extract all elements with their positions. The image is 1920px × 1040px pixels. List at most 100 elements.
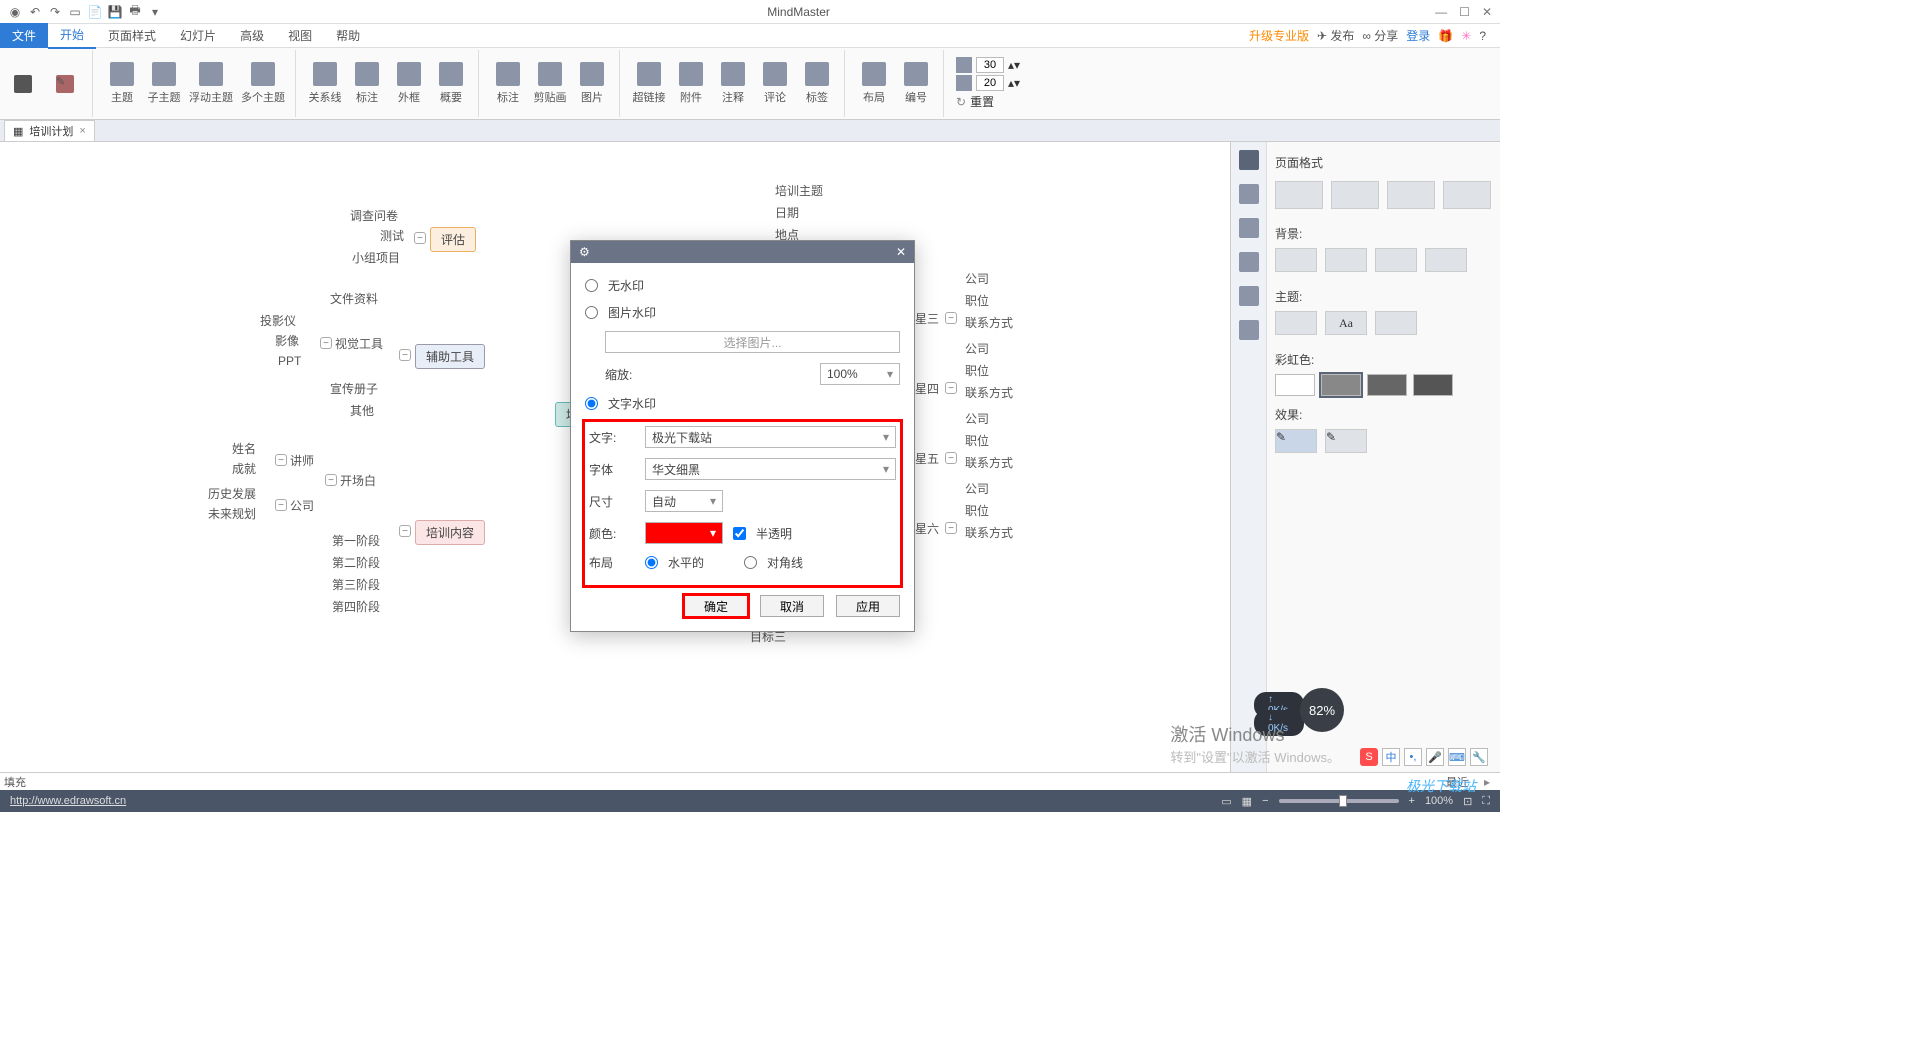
qat-redo-icon[interactable]: ↷	[48, 5, 62, 19]
node-open-c1[interactable]: 公司	[290, 497, 314, 514]
boundary-button[interactable]: 外框	[392, 62, 426, 105]
node-week-3[interactable]: 星六	[915, 520, 939, 537]
radio-text-watermark[interactable]	[585, 397, 598, 410]
maximize-button[interactable]: ☐	[1459, 5, 1470, 19]
comment-button[interactable]: 评论	[758, 62, 792, 105]
node-open-c0[interactable]: 讲师	[290, 452, 314, 469]
node-eval-c1[interactable]: 测试	[380, 227, 404, 244]
node-eval-c0[interactable]: 调查问卷	[350, 207, 398, 224]
summary-button[interactable]: 概要	[434, 62, 468, 105]
status-icon-1[interactable]: ▭	[1221, 795, 1231, 808]
node-content[interactable]: 培训内容	[415, 520, 485, 545]
radio-horizontal[interactable]	[645, 556, 658, 569]
format-painter-button[interactable]: ✎	[48, 75, 82, 93]
node-aux-c0[interactable]: 文件资料	[330, 290, 378, 307]
node-aux[interactable]: 辅助工具	[415, 344, 485, 369]
toggle-week-0[interactable]: −	[945, 312, 957, 324]
node-w1-c2[interactable]: 联系方式	[965, 384, 1013, 401]
zoom-out[interactable]: −	[1262, 795, 1268, 807]
gift-icon[interactable]: 🎁	[1438, 29, 1453, 43]
toggle-content[interactable]: −	[399, 525, 411, 537]
cancel-button[interactable]: 取消	[760, 595, 824, 617]
document-tab[interactable]: ▦ 培训计划 ×	[4, 120, 95, 141]
swirl-icon[interactable]: ✳	[1461, 29, 1471, 43]
translucent-checkbox[interactable]	[733, 527, 746, 540]
node-lect-c1[interactable]: 成就	[232, 460, 256, 477]
width-stepper[interactable]: ▴▾	[1008, 58, 1020, 72]
qat-save-icon[interactable]: 💾	[108, 5, 122, 19]
node-vis-c1[interactable]: PPT	[278, 354, 301, 368]
node-w3-c0[interactable]: 公司	[965, 480, 989, 497]
toggle-eval[interactable]: −	[414, 232, 426, 244]
node-w2-c2[interactable]: 联系方式	[965, 454, 1013, 471]
ime-zh-icon[interactable]: 中	[1382, 748, 1400, 766]
node-open[interactable]: 开场白	[340, 472, 376, 489]
qat-new-icon[interactable]: ▭	[68, 5, 82, 19]
size-select[interactable]: 自动▾	[645, 490, 723, 512]
qat-globe-icon[interactable]: ◉	[8, 5, 22, 19]
menu-tab-slides[interactable]: 幻灯片	[168, 23, 228, 48]
multiple-topics-button[interactable]: 多个主题	[241, 62, 285, 105]
node-comp-c0[interactable]: 历史发展	[208, 485, 256, 502]
qat-undo-icon[interactable]: ↶	[28, 5, 42, 19]
node-top-1[interactable]: 日期	[775, 204, 799, 221]
rainbow-1[interactable]	[1275, 374, 1315, 396]
toggle-aux-vis[interactable]: −	[320, 337, 332, 349]
menu-tab-start[interactable]: 开始	[48, 22, 96, 49]
palette-more[interactable]: ▸	[1478, 775, 1496, 789]
minimize-button[interactable]: —	[1435, 5, 1447, 19]
menu-tab-help[interactable]: 帮助	[324, 23, 372, 48]
theme-preset-3[interactable]	[1375, 311, 1417, 335]
menu-tab-pagestyle[interactable]: 页面样式	[96, 23, 168, 48]
node-phase-3[interactable]: 第四阶段	[332, 598, 380, 615]
radio-diagonal[interactable]	[744, 556, 757, 569]
rainbow-2[interactable]	[1321, 374, 1361, 396]
layout-preset-2[interactable]	[1331, 181, 1379, 209]
qat-export-icon[interactable]: ▾	[148, 5, 162, 19]
layout-preset-1[interactable]	[1275, 181, 1323, 209]
node-phase-2[interactable]: 第三阶段	[332, 576, 380, 593]
width-input[interactable]	[976, 57, 1004, 73]
node-w1-c1[interactable]: 职位	[965, 362, 989, 379]
node-week-2[interactable]: 星五	[915, 450, 939, 467]
hyperlink-button[interactable]: 超链接	[632, 62, 666, 105]
tool-phone-icon[interactable]	[1239, 320, 1259, 340]
mark-button[interactable]: 标注	[491, 62, 525, 105]
bg-preset-3[interactable]	[1375, 248, 1417, 272]
apply-button[interactable]: 应用	[836, 595, 900, 617]
tag-button[interactable]: 标签	[800, 62, 834, 105]
node-aux-m0[interactable]: 宣传册子	[330, 380, 378, 397]
ime-s-icon[interactable]: S	[1360, 748, 1378, 766]
height-input[interactable]	[976, 75, 1004, 91]
ime-punct-icon[interactable]: •,	[1404, 748, 1422, 766]
attachment-button[interactable]: 附件	[674, 62, 708, 105]
ime-tool-icon[interactable]: 🔧	[1470, 748, 1488, 766]
zoom-slider[interactable]	[1279, 799, 1399, 803]
tool-star-icon[interactable]	[1239, 252, 1259, 272]
image-button[interactable]: 图片	[575, 62, 609, 105]
node-w0-c2[interactable]: 联系方式	[965, 314, 1013, 331]
color-select[interactable]: ▾	[645, 522, 723, 544]
ime-keyboard-icon[interactable]: ⌨	[1448, 748, 1466, 766]
toggle-week-1[interactable]: −	[945, 382, 957, 394]
node-aux-m1[interactable]: 其他	[350, 402, 374, 419]
node-lect-c0[interactable]: 姓名	[232, 440, 256, 457]
node-week-0[interactable]: 星三	[915, 310, 939, 327]
status-url[interactable]: http://www.edrawsoft.cn	[10, 795, 126, 807]
share-link[interactable]: ∞ 分享	[1362, 27, 1398, 44]
node-w0-c0[interactable]: 公司	[965, 270, 989, 287]
height-stepper[interactable]: ▴▾	[1008, 76, 1020, 90]
node-w3-c2[interactable]: 联系方式	[965, 524, 1013, 541]
node-comp-c1[interactable]: 未来规划	[208, 505, 256, 522]
node-top-0[interactable]: 培训主题	[775, 182, 823, 199]
ok-button[interactable]: 确定	[684, 595, 748, 617]
status-icon-2[interactable]: ▦	[1242, 795, 1252, 808]
toggle-week-3[interactable]: −	[945, 522, 957, 534]
rainbow-3[interactable]	[1367, 374, 1407, 396]
fullscreen-button[interactable]: ⛶	[1482, 795, 1490, 808]
node-phase-1[interactable]: 第二阶段	[332, 554, 380, 571]
node-w2-c0[interactable]: 公司	[965, 410, 989, 427]
note-button[interactable]: 注释	[716, 62, 750, 105]
close-button[interactable]: ✕	[1482, 5, 1492, 19]
dialog-close-button[interactable]: ✕	[896, 245, 906, 259]
